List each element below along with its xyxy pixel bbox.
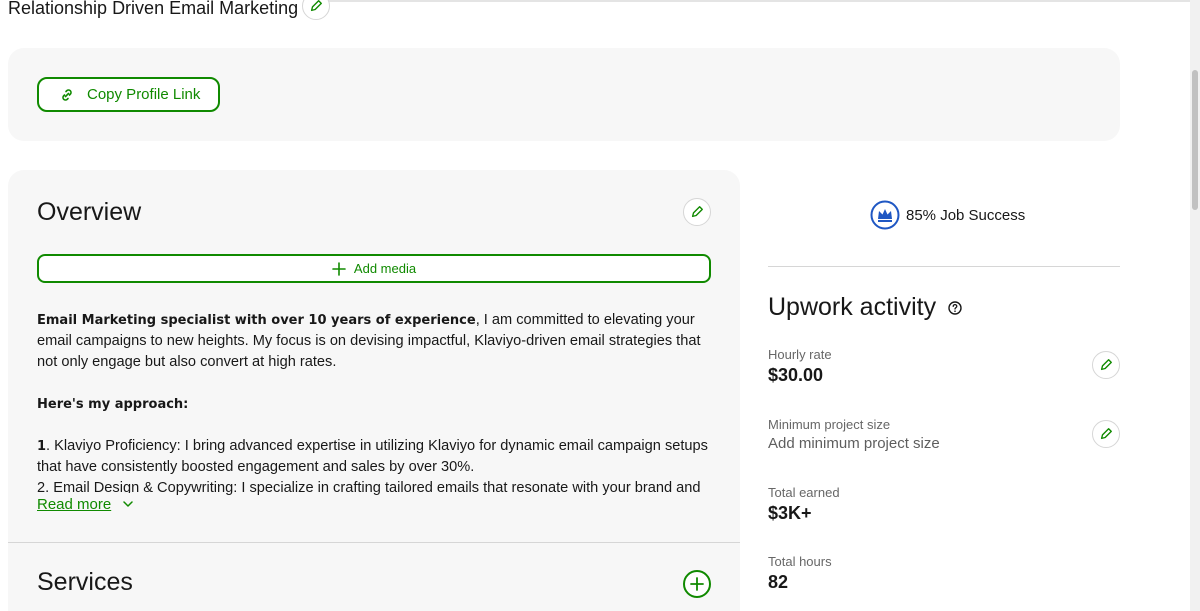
total-hours-value: 82 bbox=[768, 572, 789, 592]
approach-point-1: 1. Klaviyo Proficiency: I bring advanced… bbox=[37, 436, 717, 478]
minimum-project-size-value[interactable]: Add minimum project size bbox=[768, 435, 940, 452]
overview-intro-bold: Email Marketing specialist with over 10 … bbox=[37, 313, 476, 328]
plus-icon bbox=[332, 261, 346, 276]
overview-intro: Email Marketing specialist with over 10 … bbox=[37, 310, 717, 373]
sidebar-divider bbox=[768, 266, 1120, 267]
approach-point-1-text: . Klaviyo Proficiency: I bring advanced … bbox=[37, 438, 708, 475]
help-icon[interactable] bbox=[948, 300, 962, 315]
edit-overview-button[interactable] bbox=[683, 198, 711, 226]
add-service-button[interactable] bbox=[683, 570, 711, 598]
job-success-badge: 85% Job Success bbox=[870, 200, 1025, 230]
approach-heading: Here's my approach: bbox=[37, 394, 717, 415]
page-scrollbar[interactable] bbox=[1190, 0, 1200, 611]
copy-profile-link-label: Copy Profile Link bbox=[87, 86, 201, 103]
edit-minimum-project-size-button[interactable] bbox=[1092, 420, 1120, 448]
approach-heading-text: Here's my approach: bbox=[37, 397, 189, 412]
total-hours-label: Total hours bbox=[768, 554, 832, 569]
upwork-activity-heading: Upwork activity bbox=[768, 293, 962, 322]
add-media-label: Add media bbox=[353, 261, 417, 276]
read-more-label: Read more bbox=[37, 495, 112, 513]
services-heading: Services bbox=[37, 568, 133, 596]
read-more-link[interactable]: Read more bbox=[37, 493, 142, 515]
edit-title-button[interactable] bbox=[302, 0, 330, 20]
overview-description: Email Marketing specialist with over 10 … bbox=[37, 310, 717, 497]
minimum-project-size-label: Minimum project size bbox=[768, 417, 891, 432]
overview-panel: Overview Add media Email Marketing speci… bbox=[8, 170, 740, 611]
approach-point-1-number: 1 bbox=[37, 439, 47, 454]
hourly-rate-value: $30.00 bbox=[768, 365, 824, 385]
copy-profile-link-button[interactable]: Copy Profile Link bbox=[37, 77, 220, 112]
profile-link-panel: Copy Profile Link bbox=[8, 48, 1120, 141]
pencil-icon bbox=[310, 0, 322, 12]
top-divider bbox=[310, 0, 1200, 2]
pencil-icon bbox=[691, 206, 703, 218]
pencil-icon bbox=[1100, 428, 1112, 440]
job-success-text: 85% Job Success bbox=[906, 206, 1026, 224]
add-media-button[interactable]: Add media bbox=[37, 254, 711, 283]
total-earned-value: $3K+ bbox=[768, 503, 812, 523]
profile-title: Relationship Driven Email Marketing bbox=[8, 0, 299, 18]
chevron-down-icon bbox=[123, 501, 133, 507]
scrollbar-thumb[interactable] bbox=[1192, 70, 1198, 210]
total-earned-label: Total earned bbox=[768, 485, 840, 500]
link-icon bbox=[62, 88, 72, 101]
hourly-rate-label: Hourly rate bbox=[768, 347, 832, 362]
pencil-icon bbox=[1100, 359, 1112, 371]
crown-badge-icon bbox=[870, 200, 900, 230]
overview-heading: Overview bbox=[37, 198, 142, 226]
upwork-activity-title: Upwork activity bbox=[768, 293, 937, 321]
section-divider bbox=[8, 542, 740, 543]
edit-hourly-rate-button[interactable] bbox=[1092, 351, 1120, 379]
plus-icon bbox=[690, 577, 704, 591]
